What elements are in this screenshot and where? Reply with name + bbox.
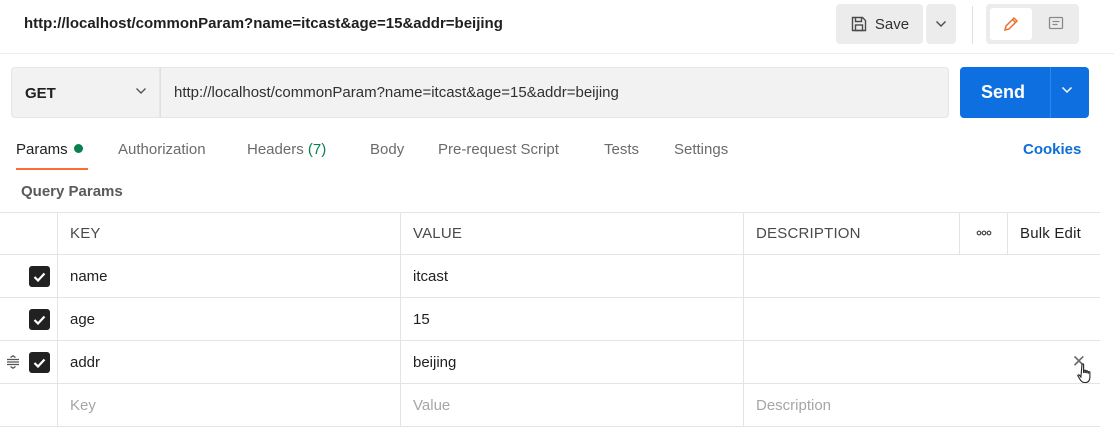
row-select-cell — [0, 298, 58, 340]
new-key-input[interactable]: Key — [58, 384, 401, 426]
hand-cursor-icon — [1077, 363, 1091, 384]
row-select-cell — [0, 384, 58, 426]
save-icon — [851, 16, 867, 32]
new-value-input[interactable]: Value — [401, 384, 744, 426]
table-row: addr beijing ✕ — [0, 341, 1100, 384]
row-select-cell — [0, 255, 58, 297]
tab-body[interactable]: Body — [370, 141, 404, 158]
param-key-cell[interactable]: age — [58, 298, 401, 340]
divider — [972, 6, 973, 44]
row-checkbox[interactable] — [29, 352, 50, 373]
headers-count-badge: (7) — [307, 141, 327, 158]
column-header-key: KEY — [58, 212, 401, 254]
comment-icon — [1048, 16, 1064, 30]
tab-tests[interactable]: Tests — [604, 141, 639, 158]
param-key-cell[interactable]: name — [58, 255, 401, 297]
checkbox-column-header — [0, 212, 58, 254]
query-params-title: Query Params — [21, 183, 123, 200]
method-select[interactable]: GET — [11, 67, 160, 118]
edit-mode-button[interactable] — [990, 8, 1032, 40]
save-button[interactable]: Save — [836, 4, 923, 44]
drag-handle-icon[interactable] — [6, 355, 20, 369]
status-dot — [73, 144, 83, 153]
tab-headers-label: Headers — [247, 141, 304, 158]
tab-headers[interactable]: Headers (7) — [247, 141, 326, 158]
param-description-cell[interactable]: ✕ — [744, 341, 1100, 383]
checkmark-icon — [33, 272, 46, 282]
chevron-down-icon[interactable] — [1061, 86, 1073, 94]
column-header-description: DESCRIPTION — [744, 212, 960, 254]
table-row-new: Key Value Description — [0, 384, 1100, 427]
method-label: GET — [25, 85, 56, 102]
save-options-button[interactable] — [926, 4, 956, 44]
param-value-cell[interactable]: 15 — [401, 298, 744, 340]
checkmark-icon — [33, 315, 46, 325]
param-description-cell[interactable] — [744, 255, 1100, 297]
param-key-cell[interactable]: addr — [58, 341, 401, 383]
divider — [0, 53, 1114, 54]
tab-pre-request-script[interactable]: Pre-request Script — [438, 141, 559, 158]
table-header-row: KEY VALUE DESCRIPTION Bulk Edit — [0, 212, 1100, 255]
checkmark-icon — [33, 358, 46, 368]
divider — [1050, 67, 1051, 118]
chevron-down-icon — [936, 21, 946, 27]
comment-mode-button[interactable] — [1036, 8, 1076, 40]
view-mode-toggle — [986, 4, 1079, 44]
url-input[interactable]: http://localhost/commonParam?name=itcast… — [160, 67, 949, 118]
save-label: Save — [874, 15, 910, 33]
more-options-button[interactable] — [960, 212, 1008, 254]
chevron-down-icon — [136, 88, 146, 94]
cookies-link[interactable]: Cookies — [1023, 141, 1081, 158]
bulk-edit-button[interactable]: Bulk Edit — [1008, 212, 1100, 254]
send-button[interactable]: Send — [960, 67, 1089, 118]
pencil-icon — [1003, 16, 1019, 32]
active-tab-indicator — [16, 168, 88, 170]
send-label: Send — [981, 82, 1026, 102]
param-value-cell[interactable]: itcast — [401, 255, 744, 297]
param-description-cell[interactable] — [744, 298, 1100, 340]
tab-params[interactable]: Params — [16, 141, 83, 158]
row-select-cell — [0, 341, 58, 383]
row-checkbox[interactable] — [29, 266, 50, 287]
more-icon — [976, 230, 991, 236]
request-title[interactable]: http://localhost/commonParam?name=itcast… — [24, 15, 503, 32]
param-value-cell[interactable]: beijing — [401, 341, 744, 383]
tab-authorization[interactable]: Authorization — [118, 141, 206, 158]
column-header-value: VALUE — [401, 212, 744, 254]
row-checkbox[interactable] — [29, 309, 50, 330]
table-row: age 15 — [0, 298, 1100, 341]
request-header: http://localhost/commonParam?name=itcast… — [0, 0, 1114, 52]
table-row: name itcast — [0, 255, 1100, 298]
new-description-input[interactable]: Description — [744, 384, 1100, 426]
tab-settings[interactable]: Settings — [674, 141, 728, 158]
tab-params-label: Params — [16, 141, 68, 158]
